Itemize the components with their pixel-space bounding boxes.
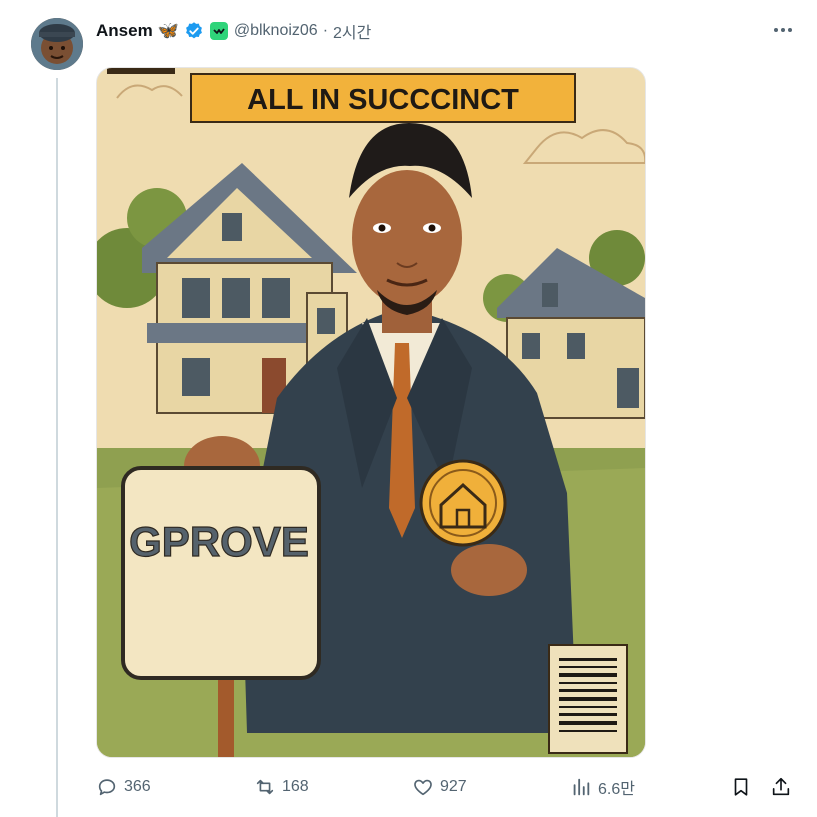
bookmark-button[interactable] (730, 772, 752, 802)
banner-text: ALL IN SUCCCINCT (247, 84, 519, 116)
separator-dot: · (322, 22, 329, 39)
post-time[interactable]: 2시간 (333, 19, 371, 43)
butterfly-emoji: 🦋 (157, 21, 179, 40)
share-icon (772, 777, 790, 796)
reply-icon (98, 779, 116, 796)
like-icon (414, 779, 432, 796)
share-button[interactable] (770, 772, 792, 802)
reply-button[interactable]: 366 (96, 772, 151, 802)
avatar-image (31, 18, 83, 70)
reply-count: 366 (124, 778, 151, 795)
like-count: 927 (440, 778, 467, 795)
action-bar: 366 168 927 6.6만 (96, 772, 796, 802)
views-button[interactable]: 6.6만 (570, 772, 635, 802)
bookmark-icon (734, 778, 748, 796)
thread-line (56, 78, 58, 817)
repost-count: 168 (282, 778, 309, 795)
author-name[interactable]: Ansem (96, 21, 153, 41)
avatar[interactable] (31, 18, 83, 70)
views-icon (573, 778, 590, 796)
affiliate-badge-icon[interactable] (209, 21, 229, 41)
more-horizontal-icon[interactable] (771, 20, 795, 40)
sign-text: GPROVE (129, 518, 309, 565)
views-count: 6.6만 (598, 781, 635, 798)
like-button[interactable]: 927 (412, 772, 467, 802)
post-header: Ansem 🦋 @blknoiz06 · 2시간 (96, 18, 371, 44)
author-handle[interactable]: @blknoiz06 (234, 22, 318, 40)
repost-button[interactable]: 168 (254, 772, 309, 802)
repost-icon (256, 779, 274, 795)
post-image[interactable]: ALL IN SUCCCINCT GPROVE (96, 67, 646, 758)
verified-badge-icon[interactable] (184, 21, 204, 41)
